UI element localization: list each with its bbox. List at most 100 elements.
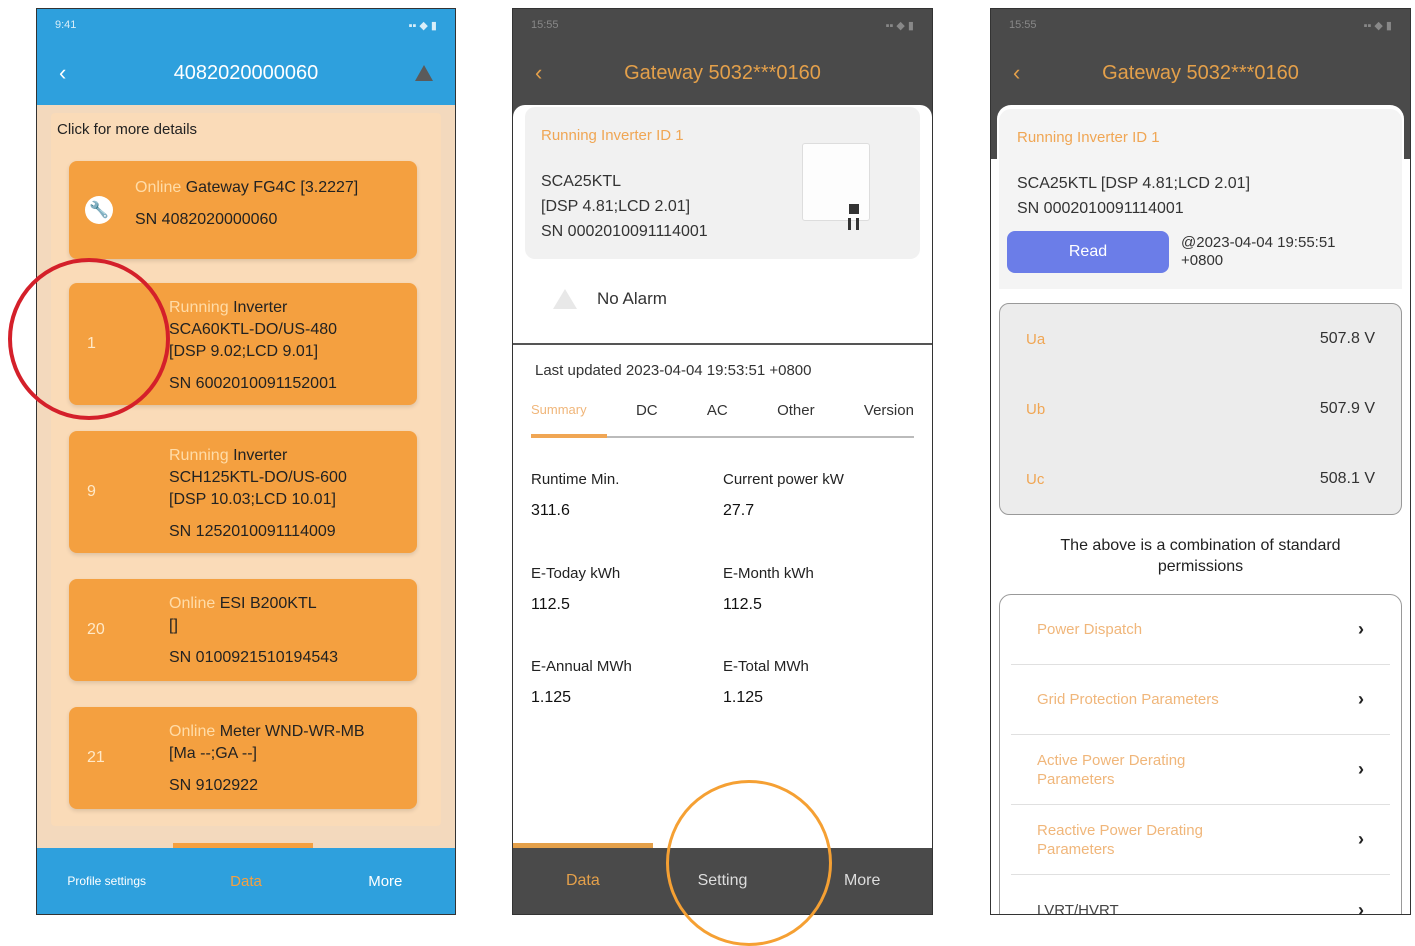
permissions-note-line2: permissions	[1157, 558, 1244, 575]
divider	[513, 343, 932, 345]
inverter-image	[802, 143, 870, 230]
metric-value: 311.6	[531, 502, 570, 519]
page-title: Gateway 5032***0160	[1102, 61, 1299, 84]
menu-item-lvrt-hvrt[interactable]: LVRT/HVRT ›	[1011, 875, 1390, 915]
chevron-right-icon: ›	[1358, 689, 1364, 709]
chevron-right-icon: ›	[1358, 899, 1364, 915]
inverter-sn: SN 0002010091114001	[1017, 200, 1184, 217]
tab-data[interactable]: Data	[513, 872, 653, 890]
metric-e-today: E-Today kWh 112.5	[531, 565, 620, 614]
metric-label: E-Annual MWh	[531, 658, 632, 675]
measurement-panel: Ua 507.8 V Ub 507.9 V Uc 508.1 V	[999, 303, 1402, 515]
chevron-right-icon: ›	[1358, 619, 1364, 639]
sub-tabs: Summary DC AC Other Version	[531, 402, 914, 419]
bottom-tab-bar: Profile settings Data More	[37, 848, 455, 914]
metric-label: Runtime Min.	[531, 471, 620, 488]
device-firmware: []	[169, 617, 178, 634]
menu-item-label: Grid Protection Parameters	[1037, 691, 1219, 708]
measurement-row: Uc 508.1 V	[1000, 444, 1401, 514]
measurement-value: 508.1 V	[1319, 470, 1375, 487]
metric-e-month: E-Month kWh 112.5	[723, 565, 814, 614]
measurement-row: Ua 507.8 V	[1000, 304, 1401, 374]
permissions-note: The above is a combination of standard	[1060, 537, 1341, 554]
device-sn: SN 6002010091152001	[169, 375, 337, 392]
measurement-label: Ua	[1026, 330, 1046, 348]
device-name: Gateway FG4C [3.2227]	[185, 179, 359, 196]
measurement-row: Ub 507.9 V	[1000, 374, 1401, 444]
metric-value: 27.7	[723, 502, 755, 519]
tab-ac[interactable]: AC	[707, 402, 728, 419]
metric-e-total: E-Total MWh 1.125	[723, 658, 809, 707]
warning-icon[interactable]	[415, 65, 433, 81]
inverter-card[interactable]: Running Inverter ID 1 SCA25KTL [DSP 4.81…	[525, 107, 920, 259]
wrench-icon: 🔧	[85, 196, 113, 224]
tab-more[interactable]: More	[316, 873, 455, 890]
device-sn: SN 0100921510194543	[169, 649, 339, 666]
device-status: Running	[169, 447, 229, 464]
measurement-value: 507.8 V	[1319, 330, 1375, 347]
read-timezone: +0800	[1181, 252, 1224, 269]
device-name: Meter WND-WR-MB	[219, 723, 365, 740]
device-sn: SN 9102922	[169, 777, 258, 794]
hint-text: Click for more details	[57, 121, 198, 138]
metric-label: Current power kW	[723, 471, 844, 488]
menu-item-reactive-power-derating[interactable]: Reactive Power Derating Parameters ›	[1011, 805, 1390, 875]
page-title: Gateway 5032***0160	[624, 61, 821, 84]
device-index: 21	[87, 749, 105, 766]
metric-runtime: Runtime Min. 311.6	[531, 471, 619, 520]
tab-summary[interactable]: Summary	[531, 402, 587, 419]
metric-value: 1.125	[531, 689, 572, 706]
inverter-firmware: [DSP 4.81;LCD 2.01]	[541, 198, 691, 215]
menu-item-label: Active Power Derating	[1037, 751, 1186, 769]
menu-item-label: Power Dispatch	[1037, 621, 1143, 638]
menu-item-grid-protection[interactable]: Grid Protection Parameters ›	[1011, 665, 1390, 735]
device-model: SCH125KTL-DO/US-600	[169, 469, 347, 486]
device-status: Online	[135, 179, 182, 196]
menu-item-power-dispatch[interactable]: Power Dispatch ›	[1011, 595, 1390, 665]
alarm-icon	[553, 289, 577, 309]
device-index: 9	[87, 483, 96, 500]
subtab-active-indicator	[531, 434, 607, 438]
tab-profile-settings[interactable]: Profile settings	[37, 874, 176, 888]
metric-current-power: Current power kW 27.7	[723, 471, 844, 520]
measurement-value: 507.9 V	[1319, 400, 1375, 417]
device-name: Inverter	[233, 447, 288, 464]
inverter-model: SCA25KTL	[541, 173, 622, 190]
inverter-label: Running Inverter ID 1	[541, 127, 684, 144]
inverter-label: Running Inverter ID 1	[1017, 129, 1160, 146]
alarm-status: No Alarm	[597, 289, 667, 308]
read-button[interactable]: Read	[1007, 231, 1169, 273]
status-bar: 15:55 ▪▪ ◆ ▮	[531, 19, 914, 32]
menu-item-label-line2: Parameters	[1037, 840, 1115, 858]
menu-item-label: LVRT/HVRT	[1037, 901, 1119, 915]
status-bar: 15:55 ▪▪ ◆ ▮	[1009, 19, 1392, 32]
device-card-inverter-9[interactable]: 9 Running Inverter SCH125KTL-DO/US-600 […	[69, 431, 417, 553]
metric-value: 112.5	[723, 596, 762, 613]
back-icon[interactable]: ‹	[1013, 60, 1020, 86]
highlight-circle-orange	[666, 780, 832, 946]
tab-version[interactable]: Version	[864, 402, 914, 419]
phone-screen-settings: 15:55 ▪▪ ◆ ▮ ‹ Gateway 5032***0160 Runnin…	[990, 8, 1411, 915]
device-card-esi[interactable]: 20 Online ESI B200KTL [] SN 010092151019…	[69, 579, 417, 681]
device-card-meter[interactable]: 21 Online Meter WND-WR-MB [Ma --;GA --] …	[69, 707, 417, 809]
device-sn: SN 1252010091114009	[169, 523, 336, 540]
read-timestamp: @2023-04-04 19:55:51	[1181, 234, 1336, 251]
back-icon[interactable]: ‹	[535, 60, 542, 86]
highlight-circle-red	[8, 258, 170, 420]
back-icon[interactable]: ‹	[59, 60, 66, 86]
device-firmware: [DSP 9.02;LCD 9.01]	[169, 343, 319, 360]
device-status: Running	[169, 299, 229, 316]
device-card-gateway[interactable]: 🔧 Online Gateway FG4C [3.2227] SN 408202…	[69, 161, 417, 259]
page-title: 4082020000060	[173, 61, 319, 84]
phone-screen-devices: 9:41 ▪▪ ◆ ▮ ‹ 4082020000060 Click for mor…	[36, 8, 456, 915]
inverter-model: SCA25KTL [DSP 4.81;LCD 2.01]	[1017, 175, 1251, 192]
device-name: Inverter	[233, 299, 288, 316]
metric-label: E-Today kWh	[531, 565, 621, 582]
metric-value: 112.5	[531, 596, 570, 613]
chevron-right-icon: ›	[1358, 829, 1364, 849]
tab-data[interactable]: Data	[176, 873, 315, 890]
tab-other[interactable]: Other	[777, 402, 815, 419]
tab-dc[interactable]: DC	[636, 402, 658, 419]
menu-item-active-power-derating[interactable]: Active Power Derating Parameters ›	[1011, 735, 1390, 805]
device-firmware: [DSP 10.03;LCD 10.01]	[169, 491, 336, 508]
